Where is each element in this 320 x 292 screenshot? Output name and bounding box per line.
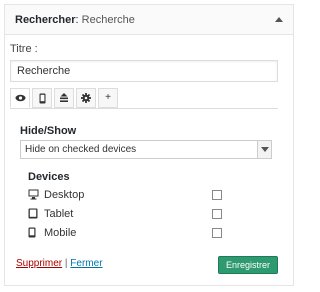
device-name-tablet: Tablet [44,208,74,220]
hide-show-select[interactable]: Hide on checked devices [20,140,272,159]
widget-title-name: Recherche [81,14,135,26]
widget-header[interactable]: Rechercher: Recherche [5,5,293,35]
device-checkbox-mobile[interactable] [212,228,222,238]
delete-link[interactable]: Supprimer [16,258,62,269]
mobile-phone-icon [28,227,36,238]
chevron-down-icon[interactable] [257,141,271,158]
caret-up-icon[interactable] [275,17,283,22]
device-row-desktop: Desktop [28,187,238,203]
device-name-desktop: Desktop [44,189,85,201]
device-name-mobile: Mobile [44,227,77,239]
close-link[interactable]: Fermer [70,258,102,269]
mobile-icon [39,93,45,103]
align-icon [60,93,68,102]
title-field-label: Titre : [10,43,38,55]
tab-visibility[interactable] [10,88,30,108]
widget-title: Rechercher: Recherche [15,14,135,26]
hide-show-label: Hide/Show [20,125,77,137]
title-input[interactable] [10,60,278,82]
widget-title-type: Rechercher [15,14,76,26]
desktop-icon [28,189,39,200]
device-checkbox-desktop[interactable] [212,190,222,200]
tab-settings[interactable] [76,88,96,108]
device-checkbox-tablet[interactable] [212,209,222,219]
hide-show-selected-value: Hide on checked devices [25,144,137,155]
device-row-tablet: Tablet [28,206,238,222]
widget-control-links: Supprimer | Fermer [16,258,103,269]
devices-label: Devices [28,171,70,183]
tab-devices[interactable] [32,88,52,108]
tab-add[interactable]: + [98,88,118,108]
device-row-mobile: Mobile [28,225,238,241]
plus-icon: + [105,92,111,103]
tablet-icon [28,208,38,219]
eye-icon [15,94,25,102]
save-button[interactable]: Enregistrer [218,256,278,274]
gear-icon [81,93,91,103]
tab-alignment[interactable] [54,88,74,108]
